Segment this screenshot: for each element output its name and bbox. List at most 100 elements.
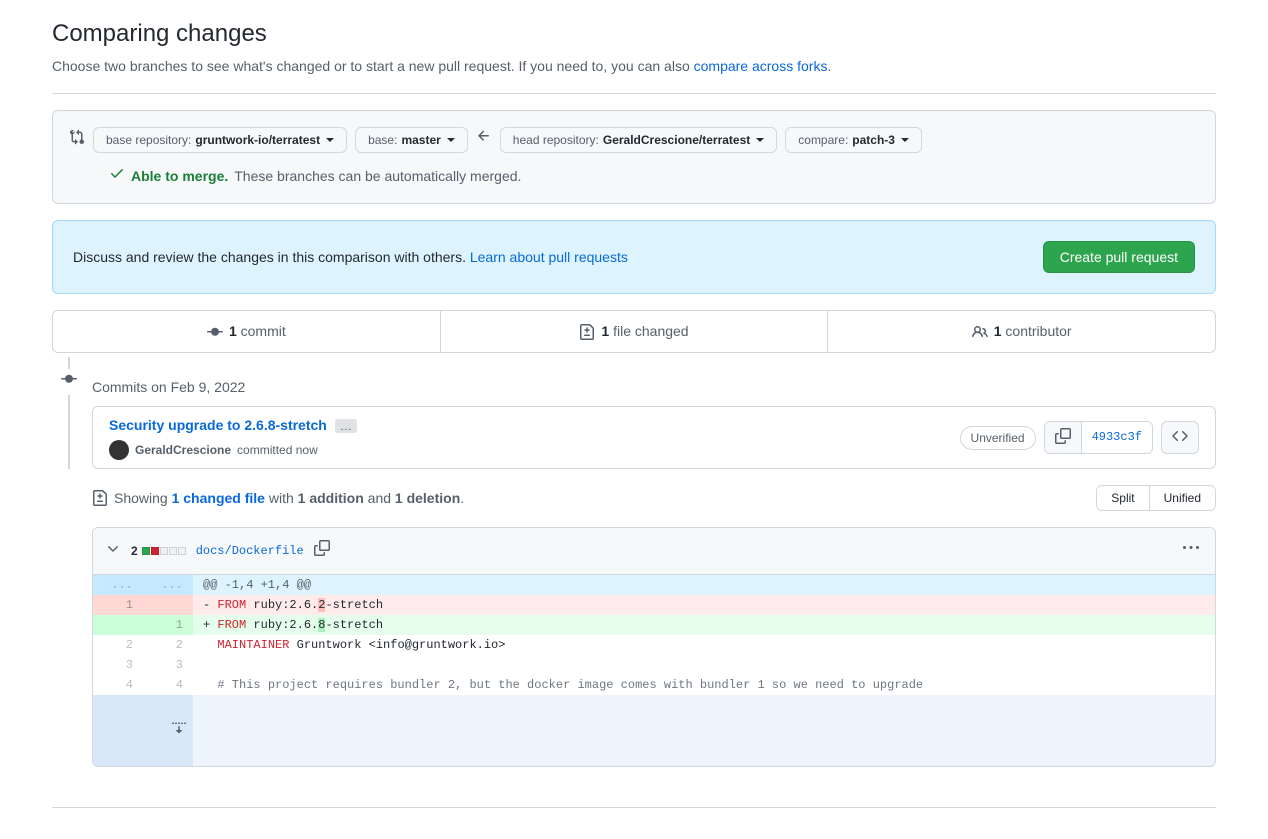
merge-detail-text: These branches can be automatically merg… [234,166,521,187]
footer-divider [52,807,1216,808]
base-repo-selector[interactable]: base repository: gruntwork-io/terratest [93,127,347,153]
line-num-new[interactable]: 2 [143,635,193,655]
browse-code-button[interactable] [1161,421,1199,454]
stat-files[interactable]: 1 file changed [440,311,828,352]
sha-group: 4933c3f [1044,421,1153,454]
copy-path-button[interactable] [314,540,330,562]
filename-link[interactable]: docs/Dockerfile [196,542,304,560]
deletions-text: 1 deletion [395,490,460,506]
line-num-new[interactable]: 4 [143,675,193,695]
diff-comment: # This project requires bundler 2, but t… [217,678,923,692]
changed-file-link[interactable]: 1 changed file [172,490,265,506]
base-branch-selector[interactable]: base: master [355,127,468,153]
expand-down-icon [171,719,187,735]
compare-forks-link[interactable]: compare across forks [694,58,828,74]
commit-icon [207,324,223,340]
diffstat: 2 [131,542,186,560]
commits-count: 1 [229,323,237,339]
commits-date-heading: Commits on Feb 9, 2022 [68,369,1216,406]
diffstat-block-add [142,547,150,555]
diff-line-del: 1 - FROM ruby:2.6.2-stretch [93,595,1215,615]
line-num-old[interactable] [93,615,143,635]
stat-contributors[interactable]: 1 contributor [827,311,1215,352]
line-num-old[interactable]: 2 [93,635,143,655]
unified-view-button[interactable]: Unified [1149,486,1215,510]
merge-status-text: Able to merge. [131,166,228,187]
line-num-new[interactable] [143,595,193,615]
kebab-icon [1183,540,1199,556]
and-text: and [364,490,395,506]
copy-sha-button[interactable] [1045,422,1082,453]
period: . [460,490,464,506]
arrow-left-icon [476,128,492,152]
check-icon [109,165,125,187]
create-pr-button[interactable]: Create pull request [1043,241,1195,273]
subtitle-text: Choose two branches to see what's change… [52,58,694,74]
diff-line-add: 1 + FROM ruby:2.6.8-stretch [93,615,1215,635]
commit-row: Security upgrade to 2.6.8-stretch … Gera… [92,406,1216,469]
head-repo-selector[interactable]: head repository: GeraldCrescione/terrate… [500,127,777,153]
commit-title-link[interactable]: Security upgrade to 2.6.8-stretch [109,415,327,436]
diffstat-block [178,547,186,555]
compare-value: patch-3 [852,133,895,147]
chevron-down-icon[interactable] [105,540,121,562]
copy-icon [314,540,330,556]
line-num-old[interactable]: 1 [93,595,143,615]
caret-icon [447,138,455,142]
head-repo-label: head repository: [513,133,599,147]
showing-text: Showing [114,490,172,506]
code-icon [1172,428,1188,444]
file-diff: 2 docs/Dockerfile [92,527,1216,767]
contrib-count: 1 [994,323,1002,339]
learn-pr-link[interactable]: Learn about pull requests [470,249,628,265]
avatar[interactable] [109,440,129,460]
commit-dot-icon [61,369,77,395]
hunk-text: @@ -1,4 +1,4 @@ [193,575,1215,595]
line-num-new[interactable]: 1 [143,615,193,635]
base-repo-label: base repository: [106,133,191,147]
base-value: master [401,133,440,147]
line-num-old[interactable]: 3 [93,655,143,675]
diff-line-ctx: 3 3 [93,655,1215,675]
diffstat-block [169,547,177,555]
create-pr-box: Discuss and review the changes in this c… [52,220,1216,294]
caret-icon [756,138,764,142]
discuss-text: Discuss and review the changes in this c… [73,249,470,265]
page-subtitle: Choose two branches to see what's change… [52,56,1216,77]
with-text: with [265,490,298,506]
page-title: Comparing changes [52,16,1216,52]
hunk-header: ...... @@ -1,4 +1,4 @@ [93,575,1215,595]
diff-view-toggle: Split Unified [1096,485,1216,511]
git-compare-icon [69,129,85,151]
base-label: base: [368,133,397,147]
range-editor: base repository: gruntwork-io/terratest … [52,110,1216,204]
contrib-label: contributor [1002,323,1072,339]
file-diff-icon [579,324,595,340]
people-icon [972,324,988,340]
line-num-new[interactable]: 3 [143,655,193,675]
additions-text: 1 addition [298,490,364,506]
diffstat-count: 2 [131,542,138,560]
split-view-button[interactable]: Split [1097,486,1148,510]
stats-bar: 1 commit 1 file changed 1 contributor [52,310,1216,353]
commit-expand-button[interactable]: … [335,419,357,433]
head-repo-value: GeraldCrescione/terratest [603,133,750,147]
sha-link[interactable]: 4933c3f [1082,422,1152,453]
compare-branch-selector[interactable]: compare: patch-3 [785,127,922,153]
file-diff-icon [92,490,108,506]
unverified-badge[interactable]: Unverified [960,426,1036,450]
copy-icon [1055,428,1071,444]
expand-down-row[interactable] [93,695,1215,766]
commit-author-link[interactable]: GeraldCrescione [135,441,231,459]
stat-commits[interactable]: 1 commit [53,311,440,352]
subtitle-post: . [827,58,831,74]
compare-label: compare: [798,133,848,147]
diff-line-ctx: 4 4 # This project requires bundler 2, b… [93,675,1215,695]
base-repo-value: gruntwork-io/terratest [195,133,320,147]
committed-time: committed now [237,441,318,459]
caret-icon [326,138,334,142]
line-num-old[interactable]: 4 [93,675,143,695]
file-menu-button[interactable] [1179,536,1203,566]
divider [52,93,1216,94]
diff-table: ...... @@ -1,4 +1,4 @@ 1 - FROM ruby:2.6… [93,575,1215,766]
